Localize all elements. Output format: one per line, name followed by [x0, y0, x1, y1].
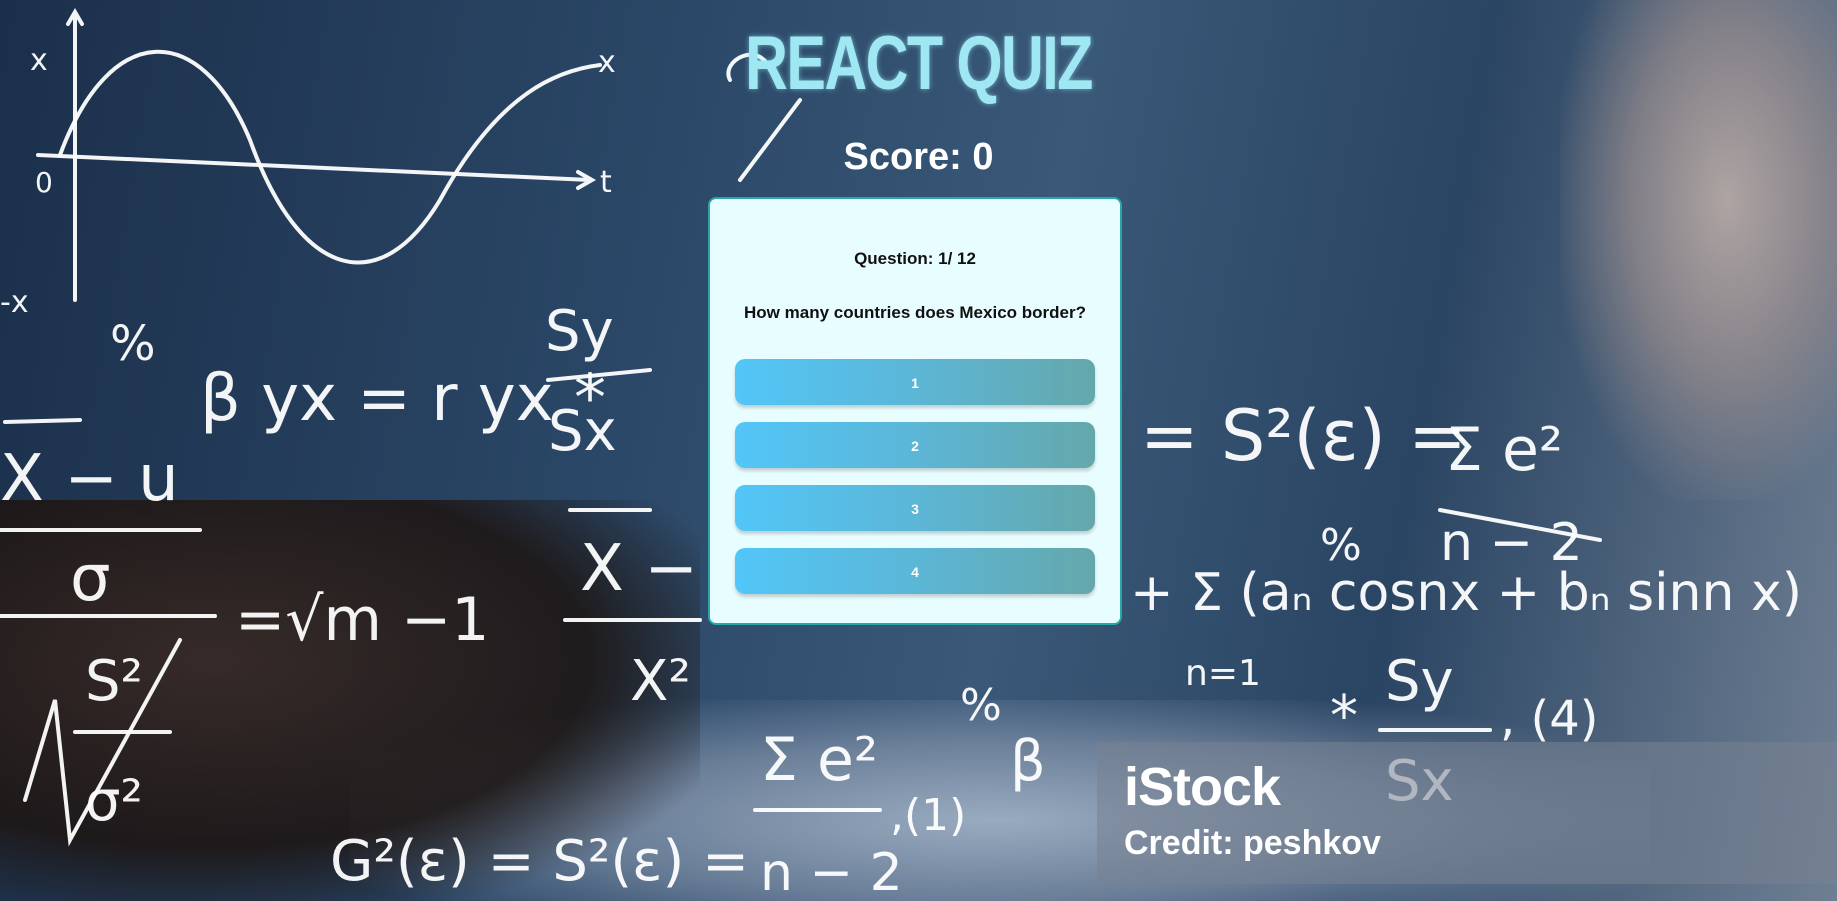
stock-watermark: iStock Credit: peshkov — [1097, 742, 1837, 884]
question-text: How many countries does Mexico border? — [744, 303, 1086, 322]
answer-button-3[interactable]: 3 — [735, 485, 1095, 531]
svg-text:Σ e²: Σ e² — [760, 725, 878, 795]
svg-text:x: x — [30, 43, 48, 78]
svg-text:S²: S² — [85, 649, 143, 714]
svg-text:*: * — [1330, 684, 1358, 749]
watermark-credit: Credit: peshkov — [1124, 824, 1381, 862]
svg-text:-x: -x — [0, 285, 29, 320]
svg-text:X − u: X − u — [0, 442, 179, 516]
svg-text:X −: X − — [580, 532, 698, 606]
question-card: Question: 1/ 12 How many countries does … — [708, 197, 1122, 625]
svg-text:Sy: Sy — [545, 299, 614, 364]
svg-text:= S²(ε) =: = S²(ε) = — [1140, 395, 1467, 477]
answer-button-4[interactable]: 4 — [735, 548, 1095, 594]
svg-text:σ²: σ² — [85, 769, 143, 834]
svg-text:n − 2: n − 2 — [760, 843, 903, 901]
svg-text:Σ e²: Σ e² — [1445, 415, 1563, 485]
score-display: Score: 0 — [843, 136, 994, 178]
app-title: REACT QUIZ — [745, 21, 1093, 106]
svg-text:, (4): , (4) — [1500, 691, 1599, 747]
svg-text:σ: σ — [70, 542, 111, 616]
svg-text:Sx: Sx — [548, 399, 617, 464]
svg-text:n=1: n=1 — [1185, 653, 1261, 694]
svg-text:X²: X² — [630, 649, 691, 714]
answer-button-2[interactable]: 2 — [735, 422, 1095, 468]
svg-text:G²(ε) = S²(ε) =: G²(ε) = S²(ε) = — [330, 829, 749, 894]
svg-text:β yx = r yx *: β yx = r yx * — [200, 362, 606, 436]
svg-text:Sy: Sy — [1385, 649, 1454, 714]
watermark-brand: iStock — [1124, 757, 1281, 817]
svg-text:+ Σ (aₙ cosnx + bₙ sinn x): + Σ (aₙ cosnx + bₙ sinn x) — [1130, 563, 1802, 623]
svg-text:%: % — [110, 316, 156, 372]
answer-button-1[interactable]: 1 — [735, 359, 1095, 405]
svg-text:=√m −1: =√m −1 — [235, 585, 489, 655]
svg-text:,(1): ,(1) — [890, 790, 966, 841]
svg-text:%: % — [960, 680, 1002, 731]
question-counter: Question: 1/ 12 — [854, 249, 976, 268]
svg-text:β: β — [1010, 729, 1046, 794]
answer-list: 1 2 3 4 — [735, 359, 1095, 611]
